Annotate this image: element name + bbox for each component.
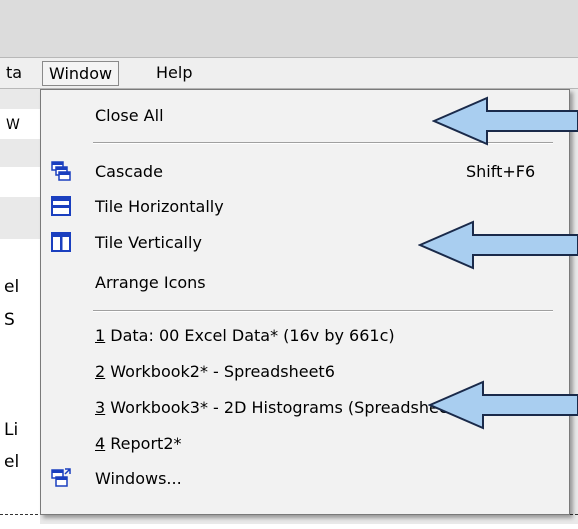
menu-window[interactable]: Window [42,61,120,86]
menu-item-label: Tile Horizontally [95,197,224,216]
annotation-arrow-icon [428,380,578,430]
menu-item-label: Cascade [95,162,163,181]
window-title: Workbook2* - Spreadsheet6 [105,362,335,381]
menu-item-label: Tile Vertically [95,233,202,252]
window-title: Workbook3* - 2D Histograms (Spreadsheet.… [105,398,471,417]
menu-item-shortcut: Shift+F6 [466,162,536,181]
menu-item-label: Close All [95,106,164,125]
bg-toolbar-2 [0,167,40,197]
menu-help[interactable]: Help [150,61,198,84]
menu-item-cascade[interactable]: Cascade Shift+F6 [41,156,569,186]
bg-toolbar-label: W [6,117,20,133]
menu-item-label: Windows... [95,469,182,488]
windows-list-icon [51,468,71,487]
bg-fragment: el [4,452,20,472]
menu-item-arrange-icons[interactable]: Arrange Icons [41,267,569,297]
menu-item-tile-horizontally[interactable]: Tile Horizontally [41,191,569,221]
bg-fragment: S [4,310,15,330]
menu-item-windows[interactable]: Windows... [41,463,569,493]
tile-horizontally-icon [51,196,71,216]
menu-item-window-4[interactable]: 4 Report2* [41,428,569,458]
window-number: 3 [95,398,106,417]
menu-separator [93,310,553,312]
menu-data-partial[interactable]: ta [0,61,28,84]
window-number: 1 [95,326,106,345]
window-number: 2 [95,362,106,381]
window-number: 4 [95,434,106,453]
menubar: ta Window Help [0,57,578,89]
cascade-icon [51,161,71,181]
bg-fragment: Li [4,420,19,440]
bg-fragment: el [4,277,20,297]
window-title: Report2* [105,434,182,453]
menu-item-label: Arrange Icons [95,273,206,292]
menu-window-label: Window [49,64,113,83]
annotation-arrow-icon [432,96,578,146]
annotation-arrow-icon [418,220,578,270]
tile-vertically-icon [51,232,71,252]
window-dropdown-menu: Close All Cascade Shift+F6 Tile Horizont… [40,89,570,515]
menu-item-window-1[interactable]: 1 Data: 00 Excel Data* (16v by 661c) [41,320,569,350]
window-title: Data: 00 Excel Data* (16v by 661c) [105,326,395,345]
window-titlebar [0,0,578,57]
